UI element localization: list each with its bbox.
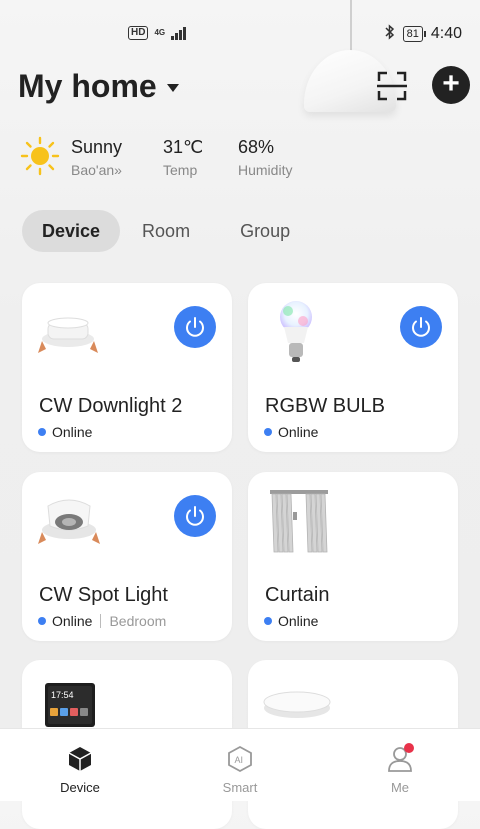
add-device-button[interactable]: + (432, 66, 470, 104)
power-toggle-button[interactable] (174, 495, 216, 537)
status-label: Online (52, 613, 93, 629)
humidity-label: Humidity (238, 162, 293, 178)
weather-location: Bao'an» (71, 162, 122, 178)
nav-me[interactable]: Me (360, 743, 440, 795)
curtain-image (270, 490, 328, 553)
online-dot-icon (264, 617, 272, 625)
home-selector[interactable]: My home (18, 68, 179, 105)
status-label: Online (278, 613, 319, 629)
nav-label: Me (390, 780, 410, 795)
power-toggle-button[interactable] (174, 306, 216, 348)
room-label: Bedroom (109, 613, 167, 629)
temperature-block: 31℃ Temp (163, 137, 203, 178)
bulb-image (280, 301, 312, 362)
status-label: Online (278, 424, 319, 440)
device-name: Curtain (265, 584, 330, 606)
gateway-image (263, 691, 331, 718)
svg-text:AI: AI (235, 755, 244, 765)
weather-condition-block[interactable]: Sunny Bao'an» (71, 137, 122, 178)
online-dot-icon (264, 428, 272, 436)
downlight-image (38, 317, 98, 353)
device-card-curtain[interactable]: Curtain Online (248, 472, 458, 641)
device-card-cw-downlight-2[interactable]: CW Downlight 2 Online (22, 283, 232, 452)
plus-icon: + (442, 66, 460, 100)
chevron-right-icon: » (114, 162, 122, 178)
tab-group[interactable]: Group (220, 210, 310, 252)
nav-device[interactable]: Device (40, 745, 120, 795)
temperature-value: 31℃ (163, 137, 204, 157)
divider (100, 614, 102, 628)
device-status: Online (38, 424, 92, 440)
device-status: Online (264, 613, 318, 629)
cube-icon (68, 747, 92, 771)
device-status: Online (264, 424, 318, 440)
tab-device[interactable]: Device (22, 210, 121, 252)
humidity-block: 68% Humidity (238, 137, 292, 178)
nav-smart[interactable]: AI Smart (200, 745, 280, 795)
power-toggle-button[interactable] (400, 306, 442, 348)
caret-down-icon (166, 83, 179, 92)
ai-icon: AI (228, 745, 252, 773)
network-type: 4G (154, 28, 166, 37)
status-bar: HD 4G 81 4:40 (0, 0, 480, 72)
sun-icon (20, 136, 60, 176)
notification-badge (404, 743, 414, 753)
device-name: CW Spot Light (39, 584, 168, 606)
online-dot-icon (38, 617, 46, 625)
bottom-navigation: Device AI Smart Me (0, 728, 480, 801)
device-card-cw-spot-light[interactable]: CW Spot Light Online Bedroom (22, 472, 232, 641)
nav-label: Smart (222, 780, 258, 795)
network-indicators: HD 4G (128, 26, 186, 40)
signal-icon (171, 26, 186, 40)
page-title: My home (18, 68, 157, 104)
weather-condition: Sunny (71, 137, 123, 157)
spotlight-image (38, 499, 100, 544)
device-name: CW Downlight 2 (39, 395, 183, 417)
device-status: Online Bedroom (38, 613, 166, 629)
battery-icon: 81 (402, 26, 427, 42)
humidity-value: 68% (238, 137, 275, 157)
clock: 4:40 (430, 25, 462, 42)
nav-label: Device (60, 780, 100, 795)
tab-room[interactable]: Room (122, 210, 210, 252)
bluetooth-icon (385, 24, 395, 44)
scan-button[interactable] (374, 68, 410, 104)
scan-icon (377, 71, 407, 101)
power-icon (186, 506, 204, 526)
lamp-cord-decoration (350, 0, 352, 52)
power-icon (412, 317, 430, 337)
temperature-label: Temp (163, 162, 198, 178)
online-dot-icon (38, 428, 46, 436)
location-label: Bao'an (71, 162, 115, 178)
view-tabs: Device Room Group (22, 210, 310, 252)
control-panel-image: 17:54 (45, 683, 95, 727)
status-label: Online (52, 424, 93, 440)
power-icon (186, 317, 204, 337)
status-right: 81 4:40 (385, 24, 462, 44)
device-name: RGBW BULB (265, 395, 386, 417)
device-card-rgbw-bulb[interactable]: RGBW BULB Online (248, 283, 458, 452)
hd-icon: HD (128, 26, 149, 40)
screen-time: 17:54 (51, 690, 74, 700)
